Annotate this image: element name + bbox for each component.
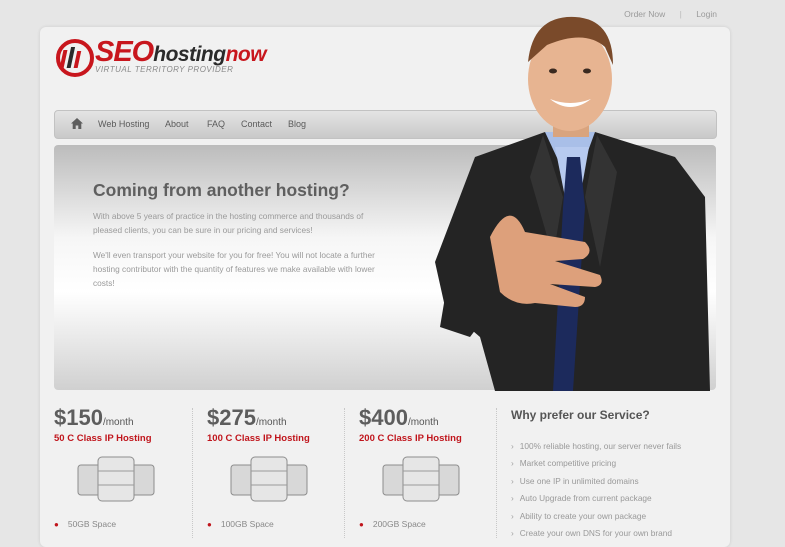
why-item-text: Market competitive pricing xyxy=(519,458,617,469)
plan-feature: ● 50GB Space xyxy=(54,519,117,529)
plan-card[interactable]: $275/month 100 C Class IP Hosting ● 100GB… xyxy=(207,405,347,545)
plan-price: $400/month xyxy=(359,405,439,431)
plan-price-amount: $150 xyxy=(54,405,103,430)
chevron-right-icon: › xyxy=(511,493,514,504)
logo-now: now xyxy=(225,43,267,66)
why-item: › Auto Upgrade from current package xyxy=(511,493,681,510)
plan-feature-text: 50GB Space xyxy=(67,519,117,529)
why-list: › 100% reliable hosting, our server never… xyxy=(511,441,681,545)
logo-hosting: hosting xyxy=(153,43,226,66)
logo-emblem-icon xyxy=(56,39,94,77)
why-item-text: Use one IP in unlimited domains xyxy=(519,475,639,486)
why-item: › 100% reliable hosting, our server never… xyxy=(511,441,681,458)
nav-item-blog[interactable]: Blog xyxy=(288,119,306,129)
plan-price-amount: $275 xyxy=(207,405,256,430)
database-icon xyxy=(382,456,460,502)
plan-card[interactable]: $150/month 50 C Class IP Hosting ● 50GB S… xyxy=(54,405,194,545)
database-icon xyxy=(77,456,155,502)
nav-item-about[interactable]: About xyxy=(165,119,189,129)
plan-price-period: /month xyxy=(407,417,439,428)
why-item: › Market competitive pricing xyxy=(511,458,681,475)
database-icon xyxy=(230,456,308,502)
plan-feature: ● 200GB Space xyxy=(359,519,426,529)
logo-tagline: VIRTUAL TERRITORY PROVIDER xyxy=(95,65,234,74)
chevron-right-icon: › xyxy=(511,458,514,469)
why-item-text: Ability to create your own package xyxy=(519,510,647,521)
nav-item-faq[interactable]: FAQ xyxy=(207,119,225,129)
plan-price-period: /month xyxy=(102,417,134,428)
plan-price: $150/month xyxy=(54,405,134,431)
site-logo[interactable]: SEOhostingnow VIRTUAL TERRITORY PROVIDER xyxy=(55,36,315,82)
why-item: › Use one IP in unlimited domains xyxy=(511,476,681,493)
why-item-text: Auto Upgrade from current package xyxy=(519,493,652,504)
plan-subtitle: 50 C Class IP Hosting xyxy=(54,433,152,444)
plan-subtitle: 200 C Class IP Hosting xyxy=(359,433,462,444)
why-section: Why prefer our Service? › 100% reliable h… xyxy=(511,408,711,538)
why-item: › Create your own DNS for your own brand xyxy=(511,528,681,545)
logo-seo: SEO xyxy=(95,36,154,68)
plan-divider xyxy=(192,408,193,538)
chevron-right-icon: › xyxy=(511,475,514,486)
why-item-text: 100% reliable hosting, our server never … xyxy=(519,441,682,451)
hero-paragraph-2: We'll even transport your website for yo… xyxy=(93,250,375,288)
plan-feature-text: 100GB Space xyxy=(220,519,274,529)
why-item: › Ability to create your own package xyxy=(511,511,681,528)
chevron-right-icon: › xyxy=(511,510,514,521)
plan-subtitle: 100 C Class IP Hosting xyxy=(207,433,310,444)
plan-divider xyxy=(344,408,345,538)
plan-feature-text: 200GB Space xyxy=(372,519,426,529)
why-title: Why prefer our Service? xyxy=(511,408,650,422)
plan-divider xyxy=(496,408,497,538)
hero-title: Coming from another hosting? xyxy=(93,180,350,200)
home-icon[interactable] xyxy=(71,118,83,129)
nav-item-web-hosting[interactable]: Web Hosting xyxy=(98,119,149,129)
hero-paragraph-1: With above 5 years of practice in the ho… xyxy=(93,211,364,235)
chevron-right-icon: › xyxy=(511,441,514,451)
plan-price: $275/month xyxy=(207,405,287,431)
nav-item-contact[interactable]: Contact xyxy=(241,119,272,129)
plan-price-period: /month xyxy=(255,417,287,428)
businessman-image xyxy=(435,16,710,391)
plan-price-amount: $400 xyxy=(359,405,408,430)
plan-feature: ● 100GB Space xyxy=(207,519,274,529)
plan-card[interactable]: $400/month 200 C Class IP Hosting ● 200GB… xyxy=(359,405,499,545)
